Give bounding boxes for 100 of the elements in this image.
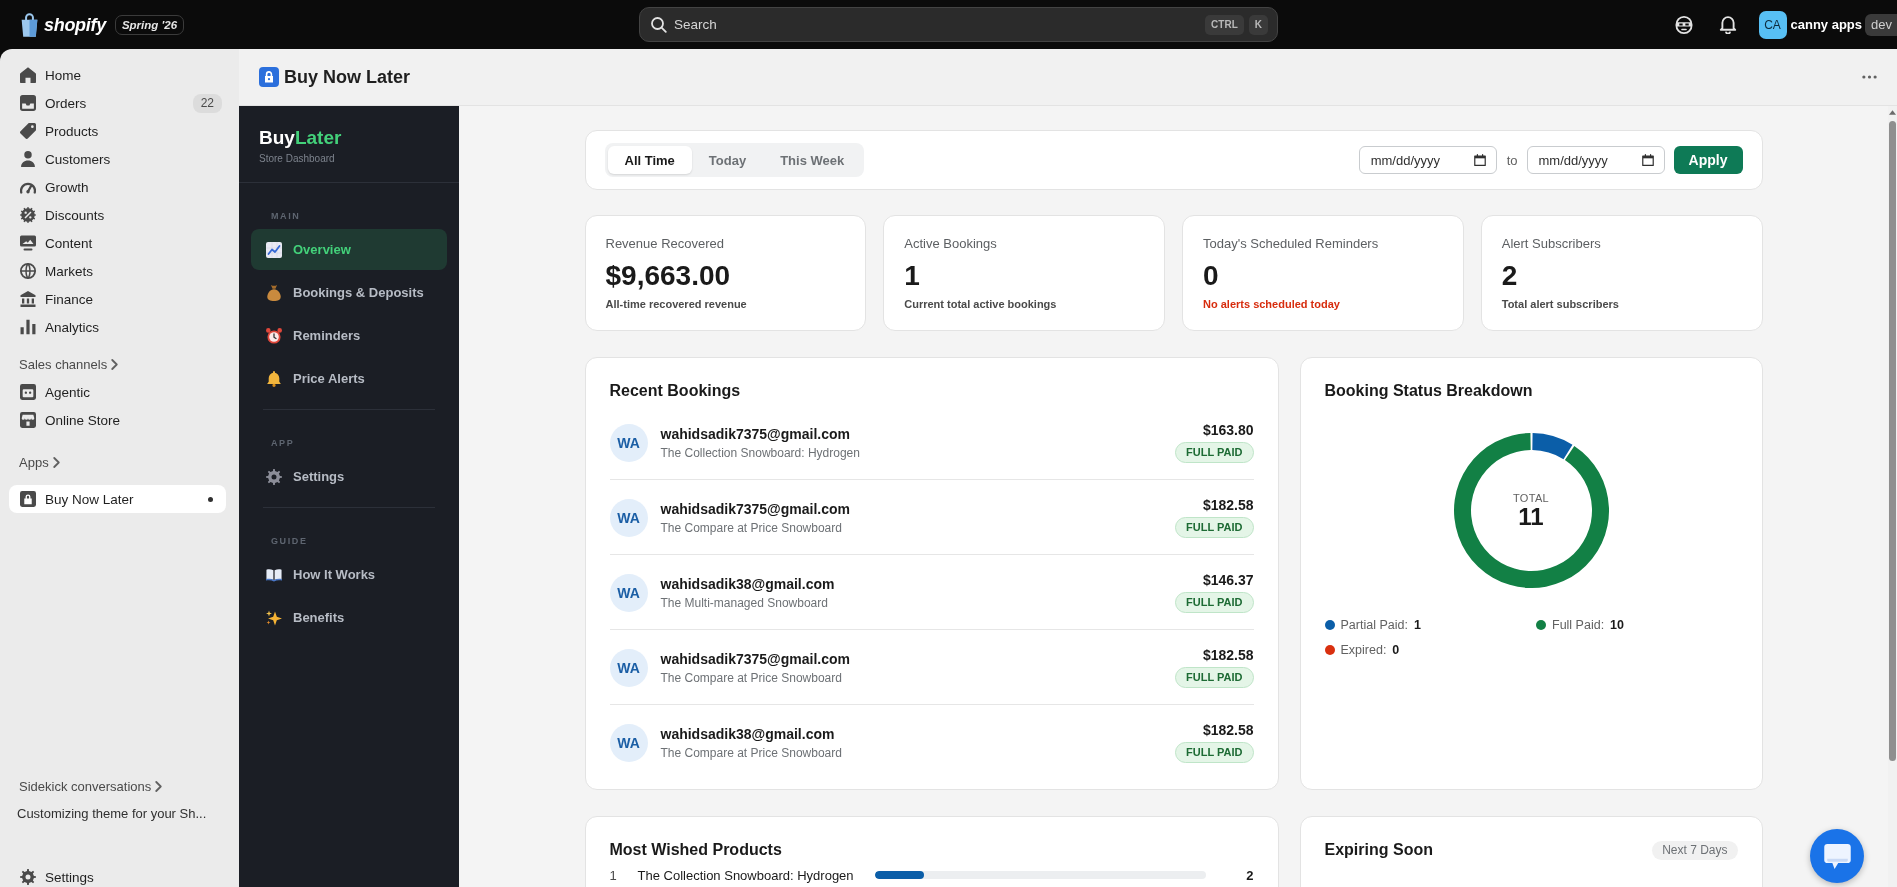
- calendar-icon: [1473, 154, 1486, 166]
- app-nav-item[interactable]: Overview: [251, 229, 447, 270]
- range-tab[interactable]: This Week: [763, 146, 862, 174]
- status-badge: FULL PAID: [1175, 667, 1254, 688]
- section-link[interactable]: Sidekick conversations: [19, 772, 163, 800]
- product-name: The Multi-managed Snowboard: [660, 594, 828, 611]
- page-title: Buy Now Later: [284, 66, 411, 88]
- logo-tagline: Store Dashboard: [259, 152, 335, 166]
- date-field[interactable]: mm/dd/yyyy: [1526, 146, 1665, 174]
- stat-note: Total alert subscribers: [1501, 297, 1619, 311]
- status-badge: FULL PAID: [1175, 442, 1254, 463]
- wish-count: 2: [1246, 867, 1254, 883]
- product-name: The Compare at Price Snowboard: [660, 744, 842, 761]
- nav-item[interactable]: Orders 22: [9, 89, 226, 117]
- line-chart-icon: [266, 241, 282, 258]
- lock-icon: [259, 67, 279, 87]
- total-value: 11: [1518, 505, 1544, 529]
- stat-label: Active Bookings: [904, 236, 997, 252]
- stat-value: 0: [1203, 260, 1219, 292]
- edition-badge: Spring '26: [114, 14, 185, 35]
- status-badge: FULL PAID: [1175, 592, 1254, 613]
- range-label: to: [1506, 152, 1518, 168]
- range-tab[interactable]: All Time: [607, 146, 692, 174]
- card-title: Expiring Soon: [1324, 840, 1433, 860]
- chevron-right-icon: [111, 358, 119, 370]
- person-icon: [20, 151, 36, 167]
- app-nav-item[interactable]: How It Works: [251, 554, 447, 595]
- product-name: The Compare at Price Snowboard: [660, 519, 842, 536]
- nav-item[interactable]: Home: [9, 61, 226, 89]
- card-title: Most Wished Products: [609, 840, 782, 860]
- status-badge: FULL PAID: [1175, 517, 1254, 538]
- nav-item[interactable]: Products: [9, 117, 226, 145]
- scrollbar-thumb[interactable]: [1889, 121, 1896, 761]
- app-logo: BuyLater: [259, 127, 342, 149]
- account-avatar[interactable]: CA: [1758, 10, 1787, 39]
- nav-item[interactable]: Content: [9, 229, 226, 257]
- status-badge: FULL PAID: [1175, 742, 1254, 763]
- avatar: WA: [609, 498, 648, 537]
- arrow-up-icon[interactable]: [1889, 110, 1896, 115]
- section-link[interactable]: Sales channels: [19, 350, 119, 378]
- avatar: WA: [609, 423, 648, 462]
- chevron-right-icon: [155, 780, 163, 792]
- robot-icon: [20, 384, 36, 400]
- nav-item[interactable]: Discounts: [9, 201, 226, 229]
- conversation-link[interactable]: Customizing theme for your Sh...: [17, 800, 207, 828]
- stat-value: 2: [1501, 260, 1518, 292]
- account-name[interactable]: canny apps: [1790, 17, 1863, 32]
- app-nav-item[interactable]: Benefits: [251, 597, 447, 638]
- range-tab[interactable]: Today: [691, 146, 764, 174]
- tag-icon: [20, 123, 36, 139]
- avatar: WA: [609, 648, 648, 687]
- nav-item[interactable]: Analytics: [9, 313, 226, 341]
- date-field[interactable]: mm/dd/yyyy: [1358, 146, 1497, 174]
- section-link[interactable]: Apps: [19, 448, 60, 476]
- product-name: The Collection Snowboard: Hydrogen: [660, 444, 860, 461]
- legend-value: 0: [1392, 643, 1400, 657]
- store-badge: dev: [1865, 13, 1897, 36]
- globe-icon: [20, 263, 36, 279]
- stat-note: All-time recovered revenue: [605, 297, 747, 311]
- section-heading: GUIDE: [271, 535, 308, 547]
- avatar: WA: [609, 723, 648, 762]
- gear-icon: [266, 468, 282, 485]
- bell-icon[interactable]: [1718, 15, 1737, 34]
- nav-item[interactable]: Finance: [9, 285, 226, 313]
- app-nav-item[interactable]: Price Alerts: [251, 358, 447, 399]
- tray-icon: [20, 95, 36, 111]
- nav-item[interactable]: Online Store: [9, 406, 226, 434]
- money-bag-icon: [266, 284, 282, 301]
- app-nav-item[interactable]: Bookings & Deposits: [251, 272, 447, 313]
- open-book-icon: [266, 566, 282, 583]
- stat-label: Revenue Recovered: [605, 236, 725, 252]
- nav-item[interactable]: Customers: [9, 145, 226, 173]
- nav-item[interactable]: Growth: [9, 173, 226, 201]
- booking-amount: $182.58: [1202, 647, 1254, 664]
- calendar-icon: [1641, 154, 1654, 166]
- nav-item[interactable]: Buy Now Later: [9, 485, 226, 513]
- nav-item[interactable]: Agentic: [9, 378, 226, 406]
- stat-label: Alert Subscribers: [1501, 236, 1601, 252]
- monitor-icon: [20, 235, 36, 251]
- stat-label: Today's Scheduled Reminders: [1203, 236, 1379, 252]
- goggles-face-icon[interactable]: [1674, 15, 1693, 34]
- rank-number: 1: [609, 867, 617, 883]
- nav-item[interactable]: Markets: [9, 257, 226, 285]
- percent-badge-icon: [20, 207, 36, 223]
- legend-label: Full Paid:: [1552, 618, 1605, 632]
- more-icon[interactable]: [1862, 75, 1877, 79]
- nav-item[interactable]: Settings: [9, 867, 226, 887]
- bar-chart-icon: [20, 319, 36, 335]
- app-nav-item[interactable]: Settings: [251, 456, 447, 497]
- chat-button[interactable]: [1810, 829, 1864, 883]
- booking-amount: $163.80: [1202, 422, 1254, 439]
- shopping-bag-icon: [20, 12, 39, 37]
- product-name: The Compare at Price Snowboard: [660, 669, 842, 686]
- app-nav-item[interactable]: Reminders: [251, 315, 447, 356]
- customer-email: wahidsadik7375@gmail.com: [660, 499, 850, 518]
- customer-email: wahidsadik38@gmail.com: [660, 724, 835, 743]
- apply-button[interactable]: Apply: [1673, 146, 1743, 174]
- settings-icon: [20, 869, 36, 885]
- shortcut-key: CTRL: [1205, 14, 1244, 35]
- section-heading: MAIN: [271, 210, 301, 222]
